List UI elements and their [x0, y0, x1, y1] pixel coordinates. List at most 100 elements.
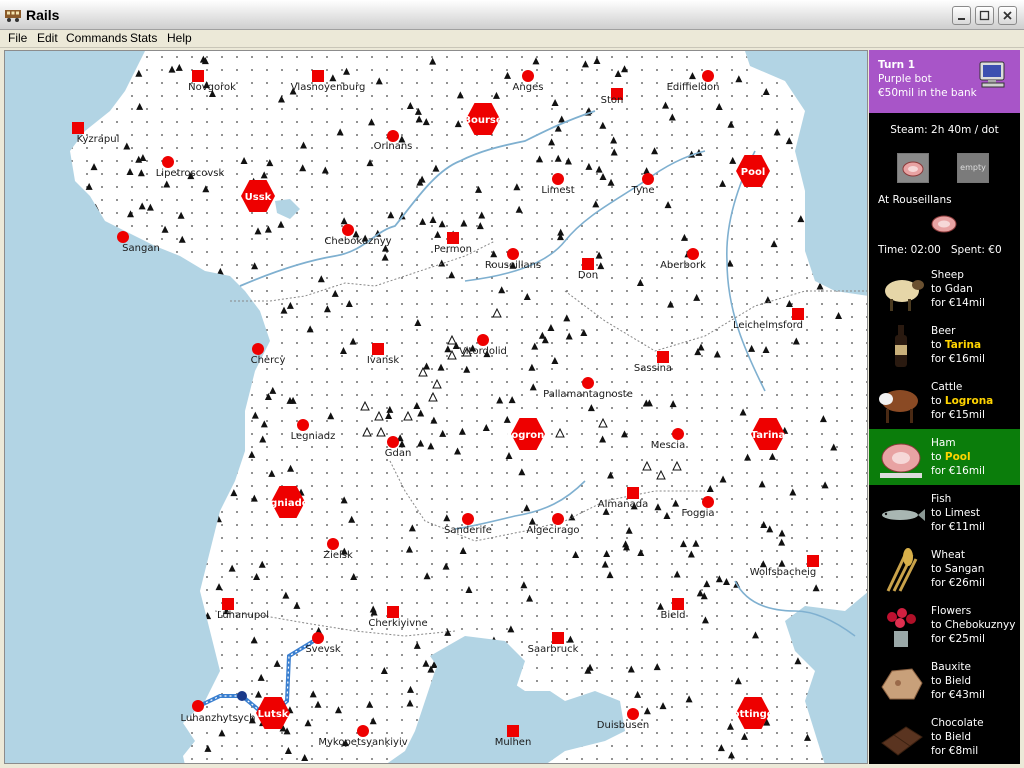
city-marker: [462, 513, 474, 525]
demand-cargo: Fish: [931, 493, 952, 505]
city-marker: [117, 231, 129, 243]
city-marker: [702, 496, 714, 508]
city-marker: [312, 632, 324, 644]
city-label: Svevsk: [305, 644, 341, 655]
minimize-button[interactable]: [952, 6, 971, 25]
city-label: Ussk: [245, 192, 272, 203]
sheep-icon: [885, 280, 924, 311]
demand-payout: for €25mil: [931, 633, 985, 645]
demand-cargo: Wheat: [931, 549, 966, 561]
city-label: Novgorok: [188, 82, 236, 93]
demand-card-beer[interactable]: Beer to Tarina for €16mil: [869, 317, 1020, 373]
demand-card-wheat[interactable]: Wheat to Sangan for €26mil: [869, 541, 1020, 597]
demand-city: Bield: [944, 675, 972, 687]
turn-box: Turn 1 Purple bot €50mil in the bank: [869, 50, 1020, 113]
city-label: Orlnans: [374, 141, 413, 152]
train-car-2[interactable]: empty: [957, 153, 989, 183]
demand-card-fish[interactable]: Fish to Limest for €11mil: [869, 485, 1020, 541]
close-button[interactable]: [998, 6, 1017, 25]
fish-icon: [882, 509, 925, 521]
demand-text: Wheat to Sangan for €26mil: [931, 548, 985, 590]
demand-city: Gdan: [944, 283, 973, 295]
demand-destination: to Bield: [931, 731, 972, 743]
city-marker: [507, 248, 519, 260]
turn-label: Turn 1: [878, 59, 916, 71]
minimize-icon: [958, 18, 965, 20]
demand-cargo: Chocolate: [931, 717, 984, 729]
chocolate-icon: [881, 726, 923, 756]
city-label: Luhanzhytsych: [181, 713, 256, 724]
city-label: Vitordolid: [459, 346, 507, 357]
player-train-marker[interactable]: [237, 691, 247, 701]
demand-cargo: Beer: [931, 325, 956, 337]
menu-commands[interactable]: Commands: [66, 31, 127, 45]
demand-city: Pool: [944, 451, 971, 463]
wheat-icon: [886, 548, 918, 592]
city-label: Vlasnoyenburg: [291, 82, 366, 93]
city-label: Algecirago: [526, 525, 579, 536]
city-marker: [387, 606, 399, 618]
city-marker: [807, 555, 819, 567]
demand-destination: to Bield: [931, 675, 972, 687]
demand-payout: for €16mil: [931, 353, 985, 365]
demand-card-flowers[interactable]: Flowers to Chebokuznyy for €25mil: [869, 597, 1020, 653]
city-label: Legniadom: [257, 498, 319, 509]
demand-card-bauxite[interactable]: Bauxite to Bield for €43mil: [869, 653, 1020, 709]
city-label: Permon: [434, 244, 472, 255]
maximize-button[interactable]: [975, 6, 994, 25]
city-label: Anges: [513, 82, 544, 93]
demand-payout: for €16mil: [931, 465, 985, 477]
city-marker: [342, 224, 354, 236]
city-marker: [192, 700, 204, 712]
demand-destination: to Limest: [931, 507, 980, 519]
city-label: Lutsk: [258, 709, 289, 720]
menu-help[interactable]: Help: [167, 31, 192, 45]
city-label: Sassina: [634, 363, 672, 374]
city-marker: [387, 436, 399, 448]
city-label: Mulhen: [495, 737, 532, 748]
demand-card-chocolate[interactable]: Chocolate to Bield for €8mil: [869, 709, 1020, 764]
menu-edit[interactable]: Edit: [37, 31, 58, 45]
game-map[interactable]: Novgorok Vlasnoyenburg Anges Ediffieldon Kyz…: [4, 50, 868, 764]
map-canvas[interactable]: Novgorok Vlasnoyenburg Anges Ediffieldon Kyz…: [5, 51, 868, 764]
time-label: Time: 02:00: [878, 244, 941, 256]
demand-card-cattle[interactable]: Cattle to Logrona for €15mil: [869, 373, 1020, 429]
demand-cargo: Cattle: [931, 381, 963, 393]
city-marker: [372, 343, 384, 355]
city-label: Ston: [601, 95, 624, 106]
city-label: Pottingen: [725, 709, 780, 720]
city-label: Pallamantagnoste: [543, 389, 633, 400]
spent-label: Spent: €0: [950, 244, 1002, 256]
demand-card-ham[interactable]: Ham to Pool for €16mil: [869, 429, 1020, 485]
demand-card-sheep[interactable]: Sheep to Gdan for €14mil: [869, 261, 1020, 317]
player-name: Purple bot: [878, 73, 932, 85]
demand-payout: for €15mil: [931, 409, 985, 421]
city-marker: [627, 487, 639, 499]
demand-city: Chebokuznyy: [944, 619, 1016, 631]
city-marker: [297, 419, 309, 431]
city-marker: [552, 173, 564, 185]
city-marker: [672, 598, 684, 610]
city-marker: [582, 258, 594, 270]
ham-icon: [931, 215, 957, 233]
city-marker: [672, 428, 684, 440]
demand-cargo: Ham: [931, 437, 956, 449]
time-spent-line: Time: 02:00 Spent: €0: [878, 244, 1002, 256]
demand-payout: for €43mil: [931, 689, 985, 701]
city-marker: [657, 351, 669, 363]
city-label: Chercy: [251, 355, 286, 366]
ham-icon: [880, 443, 922, 478]
demand-destination: to Logrona: [931, 395, 994, 407]
city-marker: [552, 513, 564, 525]
train-car-1[interactable]: [897, 153, 929, 183]
city-marker: [552, 632, 564, 644]
city-marker: [72, 122, 84, 134]
window-title: Rails: [26, 7, 60, 23]
city-label: Wolfsbacheig: [750, 567, 817, 578]
city-marker: [477, 334, 489, 346]
city-label: Duisbusen: [597, 720, 649, 731]
menu-stats[interactable]: Stats: [130, 31, 157, 45]
menu-file[interactable]: File: [8, 31, 27, 45]
demand-city: Sangan: [944, 563, 985, 575]
close-icon: [1003, 11, 1012, 20]
